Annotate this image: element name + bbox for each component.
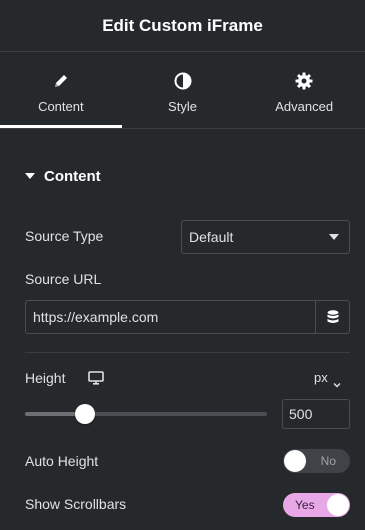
show-scrollbars-switch[interactable]: Yes (283, 493, 350, 517)
height-unit-select[interactable]: px (314, 370, 341, 387)
auto-height-label: Auto Height (25, 453, 99, 469)
dynamic-tags-button[interactable] (315, 301, 349, 333)
source-type-label: Source Type (25, 228, 104, 244)
slider-handle[interactable] (75, 404, 95, 424)
chevron-down-icon (333, 375, 341, 387)
tab-content-label: Content (38, 99, 84, 114)
height-label: Height (25, 370, 66, 386)
panel-title: Edit Custom iFrame (102, 15, 263, 35)
content-section-toggle[interactable]: Content (25, 166, 101, 186)
switch-knob (327, 494, 349, 516)
half-circle-icon (173, 71, 193, 91)
show-scrollbars-label: Show Scrollbars (25, 496, 127, 512)
desktop-icon[interactable] (88, 371, 104, 385)
database-icon (327, 310, 339, 324)
source-url-input[interactable] (26, 301, 315, 333)
auto-height-state: No (320, 454, 336, 468)
switch-knob (284, 450, 306, 472)
auto-height-switch[interactable]: No (283, 449, 350, 473)
source-url-group (25, 300, 350, 334)
source-type-value: Default (189, 229, 234, 245)
tab-bar: Content Style Advanced (0, 53, 365, 128)
section-title: Content (44, 167, 101, 185)
show-scrollbars-state: Yes (295, 498, 315, 512)
height-slider[interactable] (25, 402, 267, 426)
tab-content[interactable]: Content (0, 53, 122, 128)
caret-down-icon (329, 234, 339, 240)
tabs-divider (0, 128, 365, 129)
tab-advanced[interactable]: Advanced (243, 53, 365, 128)
editor-panel: Edit Custom iFrame Content Style Advance… (0, 0, 365, 530)
section-divider (25, 352, 350, 353)
gear-icon (294, 71, 314, 91)
tab-advanced-label: Advanced (275, 99, 334, 114)
height-number-input[interactable] (282, 399, 350, 429)
height-unit-label: px (314, 370, 328, 385)
pencil-icon (51, 71, 71, 91)
source-url-label: Source URL (25, 271, 102, 287)
tab-style[interactable]: Style (122, 53, 244, 128)
caret-down-icon (25, 173, 35, 179)
tab-style-label: Style (168, 99, 197, 114)
panel-header: Edit Custom iFrame (0, 0, 365, 52)
source-type-select[interactable]: Default (181, 220, 350, 254)
